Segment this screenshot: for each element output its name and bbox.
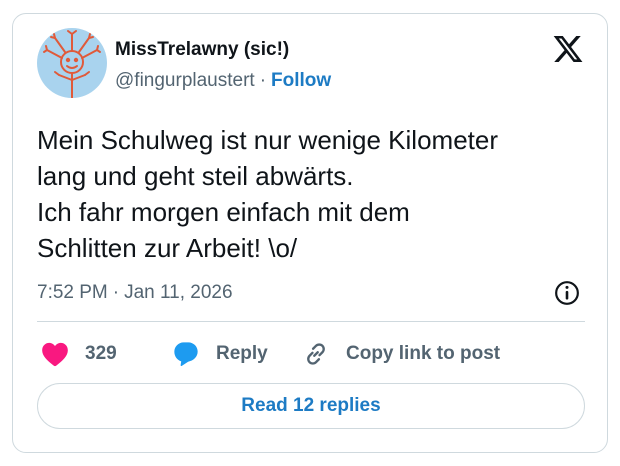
reply-button[interactable]: Reply bbox=[172, 339, 268, 369]
separator-dot: · bbox=[259, 70, 267, 91]
tweet-card: MissTrelawny (sic!) @fingurplaustert · Fol… bbox=[12, 13, 608, 453]
tweet-date: Jan 11, 2026 bbox=[124, 282, 233, 303]
like-count: 329 bbox=[85, 343, 117, 364]
avatar-drawing-icon bbox=[43, 30, 101, 98]
copy-link-button[interactable]: Copy link to post bbox=[302, 339, 500, 369]
like-button[interactable]: 329 bbox=[41, 339, 117, 369]
tweet-line: Mein Schulweg ist nur wenige Kilometer bbox=[37, 125, 498, 155]
heart-icon bbox=[42, 342, 68, 367]
tweet-line: Ich fahr morgen einfach mit dem bbox=[37, 197, 410, 227]
follow-button[interactable]: Follow bbox=[271, 70, 331, 91]
action-bar: 329 Reply Copy link to post bbox=[37, 339, 585, 369]
author-handle[interactable]: @fingurplaustert bbox=[115, 70, 255, 91]
tweet-line: lang und geht steil abwärts. bbox=[37, 161, 354, 191]
copy-link-label: Copy link to post bbox=[346, 343, 501, 364]
divider bbox=[37, 321, 585, 322]
tweet-time: 7:52 PM bbox=[37, 282, 108, 303]
info-icon[interactable] bbox=[554, 280, 580, 306]
x-logo-icon[interactable] bbox=[552, 33, 584, 65]
link-icon bbox=[307, 343, 325, 365]
author-display-name[interactable]: MissTrelawny (sic!) bbox=[115, 39, 289, 61]
read-replies-label: Read 12 replies bbox=[241, 395, 381, 416]
read-replies-button[interactable]: Read 12 replies bbox=[37, 383, 585, 429]
tweet-line: Schlitten zur Arbeit! \o/ bbox=[37, 233, 298, 263]
speech-bubble-icon bbox=[174, 342, 198, 367]
tweet-timestamp[interactable]: 7:52 PM · Jan 11, 2026 bbox=[37, 282, 233, 304]
separator-dot: · bbox=[112, 282, 120, 303]
reply-label: Reply bbox=[216, 343, 268, 364]
tweet-text: Mein Schulweg ist nur wenige Kilometer l… bbox=[37, 122, 597, 266]
author-handle-row: @fingurplaustert · Follow bbox=[115, 70, 331, 92]
avatar[interactable] bbox=[37, 28, 107, 98]
